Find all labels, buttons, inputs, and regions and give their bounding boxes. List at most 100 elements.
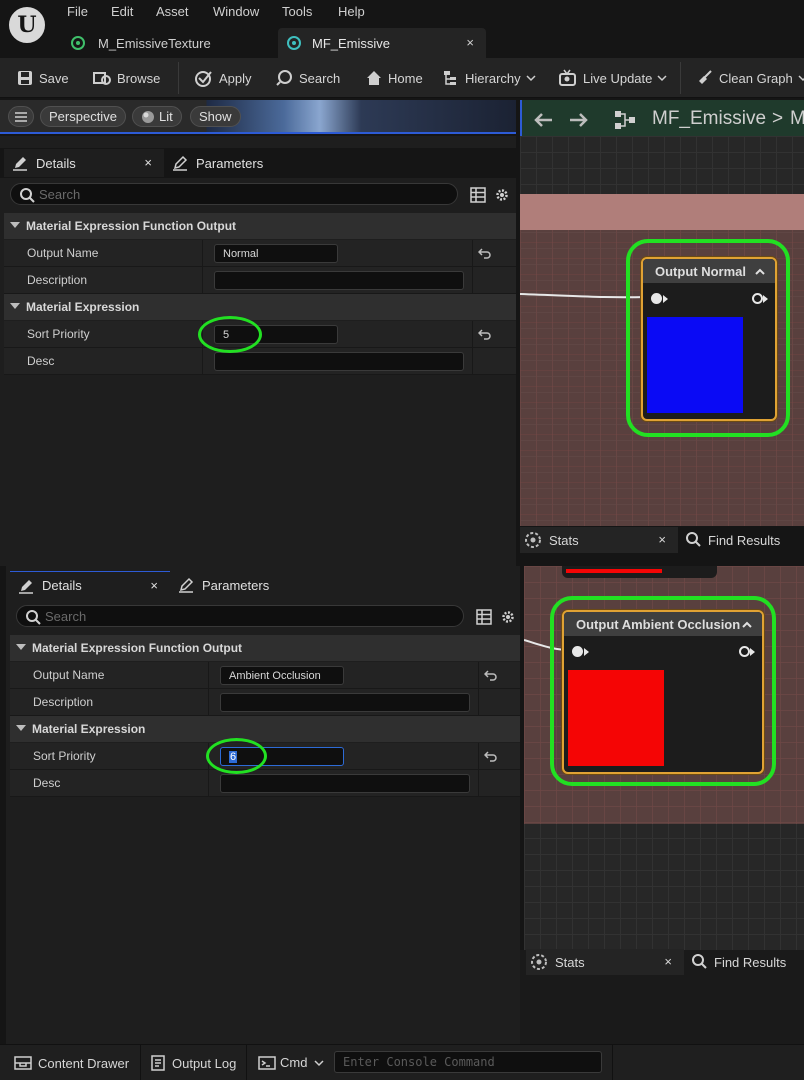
content-drawer-button[interactable]: Content Drawer (14, 1055, 129, 1071)
live-update-dropdown[interactable]: Live Update (558, 68, 673, 88)
tab-find-results[interactable]: Find Results (684, 527, 802, 553)
close-tab-icon[interactable]: × (466, 35, 474, 50)
forward-arrow-icon[interactable] (568, 111, 590, 129)
search-icon (692, 954, 707, 969)
desc-field[interactable] (220, 774, 470, 793)
material-graph-top[interactable]: Output Normal (520, 136, 804, 526)
category-function-output[interactable]: Material Expression Function Output (4, 213, 516, 239)
toolbar-divider (178, 62, 179, 94)
clean-graph-dropdown[interactable]: Clean Graph (696, 68, 804, 88)
category-function-output[interactable]: Material Expression Function Output (10, 635, 520, 661)
column-divider (472, 348, 473, 374)
column-divider (202, 267, 203, 293)
pencil-icon (13, 157, 27, 171)
tab-label: MF_Emissive (312, 35, 391, 51)
highlight-annotation (626, 239, 790, 437)
back-arrow-icon[interactable] (532, 111, 554, 129)
output-log-button[interactable]: Output Log (150, 1055, 236, 1071)
breadcrumb-separator: > (772, 108, 784, 129)
tab-stats[interactable]: Stats × (526, 949, 684, 975)
pencil-icon (19, 579, 33, 594)
tab-mf-emissive[interactable]: MF_Emissive × (278, 28, 486, 58)
reset-to-default-icon[interactable] (478, 327, 492, 341)
close-tab-icon[interactable]: × (144, 155, 152, 170)
hierarchy-dropdown[interactable]: Hierarchy (442, 68, 542, 88)
menu-file[interactable]: File (67, 4, 88, 19)
chevron-down-icon (657, 75, 667, 82)
graph-icon (615, 111, 635, 129)
save-button[interactable]: Save (16, 68, 69, 88)
close-tab-icon[interactable]: × (664, 954, 672, 969)
reset-to-default-icon[interactable] (478, 246, 492, 260)
menu-bar: File Edit Asset Window Tools Help (0, 0, 804, 24)
breadcrumb-trail: M (790, 108, 804, 129)
collapse-arrow-icon (10, 303, 20, 309)
material-icon (71, 36, 85, 50)
tab-find-results[interactable]: Find Results (690, 949, 802, 975)
output-name-field[interactable]: Normal (214, 244, 338, 263)
content-drawer-icon (14, 1056, 32, 1070)
property-desc: Desc (10, 770, 520, 797)
tab-m-emissivetexture[interactable]: M_EmissiveTexture (70, 28, 270, 58)
description-field[interactable] (214, 271, 464, 290)
tab-stats[interactable]: Stats × (520, 527, 678, 553)
menu-window[interactable]: Window (213, 4, 259, 19)
viewport-menu-button[interactable] (8, 106, 34, 127)
tab-parameters[interactable]: Parameters (174, 571, 324, 599)
divider (140, 1045, 141, 1080)
material-function-icon (287, 36, 301, 50)
tab-details[interactable]: Details × (4, 149, 164, 177)
details-search-input[interactable]: Search (16, 605, 464, 627)
home-icon (367, 71, 381, 85)
table-view-icon[interactable] (476, 609, 492, 625)
description-field[interactable] (220, 693, 470, 712)
perspective-button[interactable]: Perspective (40, 106, 126, 127)
reset-to-default-icon[interactable] (484, 749, 498, 763)
gear-icon[interactable] (494, 187, 510, 203)
cmd-dropdown[interactable]: Cmd (258, 1055, 325, 1070)
menu-tools[interactable]: Tools (282, 4, 312, 19)
column-divider (202, 348, 203, 374)
hierarchy-icon (444, 71, 456, 85)
column-divider (472, 321, 473, 347)
property-description: Description (10, 689, 520, 716)
column-divider (472, 240, 473, 266)
gear-icon[interactable] (500, 609, 516, 625)
apply-button[interactable]: Apply (194, 68, 252, 88)
menu-asset[interactable]: Asset (156, 4, 189, 19)
divider (246, 1045, 247, 1080)
chevron-down-icon (314, 1059, 324, 1066)
unreal-logo[interactable]: U (6, 4, 48, 46)
column-divider (478, 662, 479, 688)
category-material-expression[interactable]: Material Expression (10, 716, 520, 742)
lit-button[interactable]: Lit (132, 106, 182, 127)
parameters-icon (173, 155, 188, 171)
browse-icon (93, 72, 111, 85)
reset-to-default-icon[interactable] (484, 668, 498, 682)
save-icon (18, 71, 32, 85)
menu-edit[interactable]: Edit (111, 4, 133, 19)
output-name-field[interactable]: Ambient Occlusion (220, 666, 344, 685)
tab-details[interactable]: Details × (10, 571, 170, 599)
table-view-icon[interactable] (470, 187, 486, 203)
show-button[interactable]: Show (190, 106, 241, 127)
live-update-icon (559, 69, 576, 86)
details-search-input[interactable]: Search (10, 183, 458, 205)
search-button[interactable]: Search (276, 68, 340, 88)
browse-button[interactable]: Browse (92, 68, 160, 88)
console-command-input[interactable]: Enter Console Command (334, 1051, 602, 1073)
material-graph-bottom[interactable]: Output Ambient Occlusion (524, 566, 804, 950)
lit-sphere-icon (142, 111, 154, 123)
menu-help[interactable]: Help (338, 4, 365, 19)
apply-icon (195, 71, 212, 87)
preview-viewport[interactable]: Perspective Lit Show (0, 100, 516, 134)
tab-parameters[interactable]: Parameters (168, 149, 318, 177)
desc-field[interactable] (214, 352, 464, 371)
home-button[interactable]: Home (365, 68, 423, 88)
property-description: Description (4, 267, 516, 294)
terminal-icon (258, 1055, 276, 1070)
close-tab-icon[interactable]: × (150, 578, 158, 593)
close-tab-icon[interactable]: × (658, 532, 666, 547)
category-material-expression[interactable]: Material Expression (4, 294, 516, 320)
property-output-name: Output Name Ambient Occlusion (10, 662, 520, 689)
